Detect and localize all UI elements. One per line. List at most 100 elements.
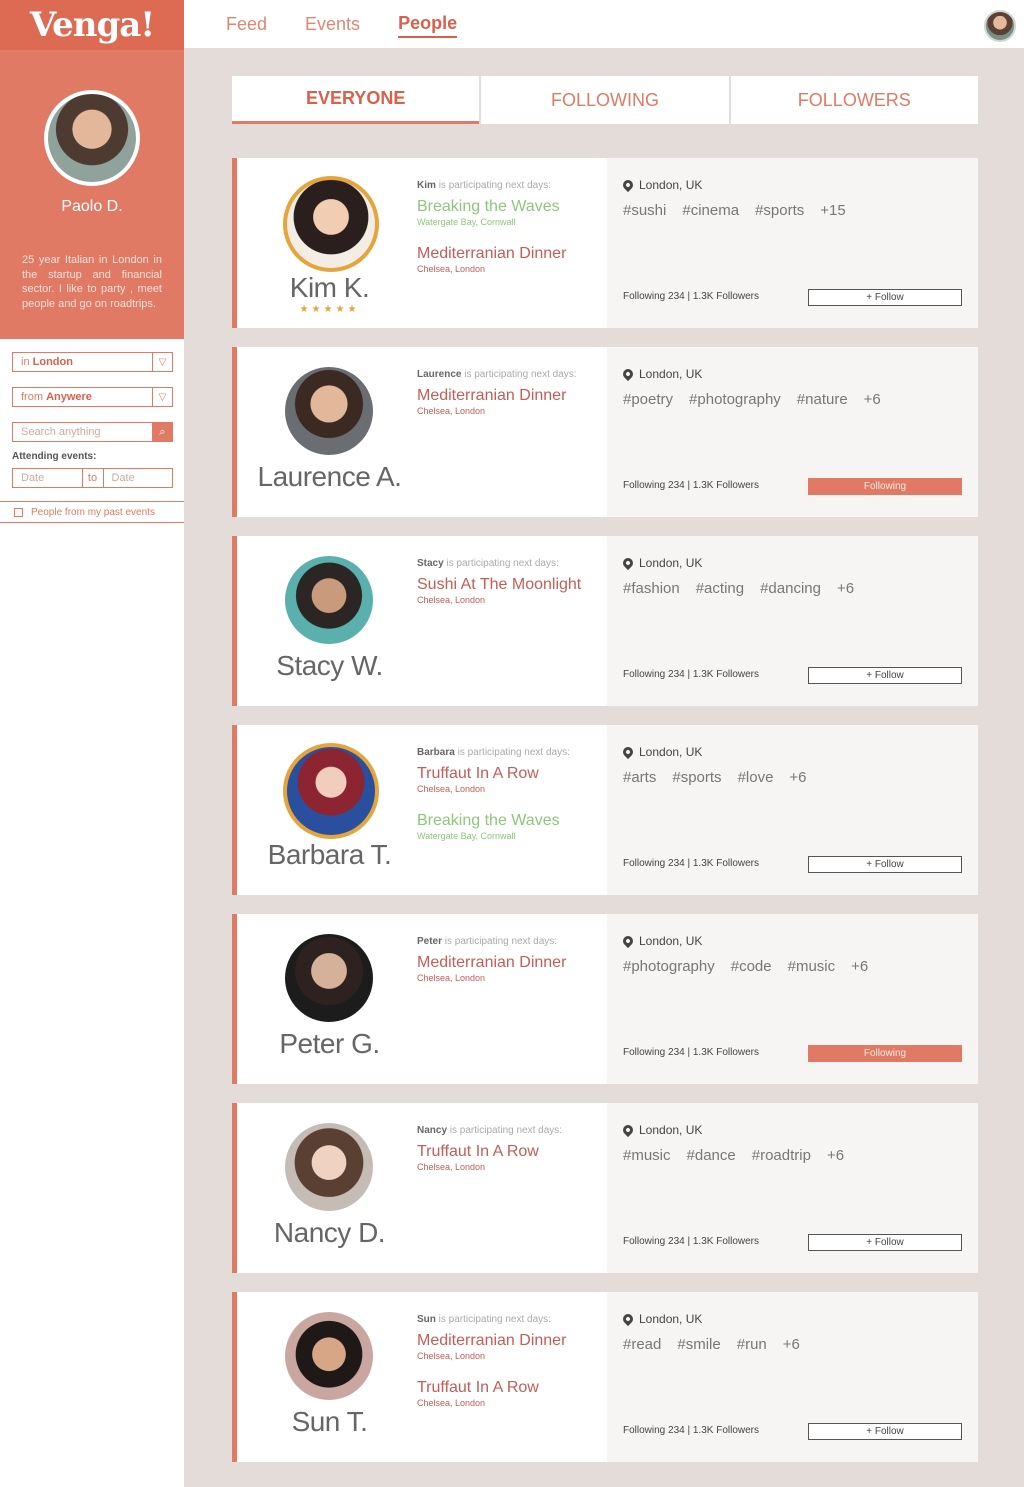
person-card[interactable]: Barbara T. Barbara is participating next … bbox=[232, 725, 978, 895]
follow-button[interactable]: + Follow bbox=[808, 667, 962, 684]
person-name[interactable]: Sun T. bbox=[237, 1406, 422, 1438]
person-name[interactable]: Peter G. bbox=[237, 1028, 422, 1060]
event-item[interactable]: Truffaut In A Row Chelsea, London bbox=[417, 1379, 539, 1408]
person-name[interactable]: Laurence A. bbox=[237, 461, 422, 493]
follow-button[interactable]: + Follow bbox=[808, 1234, 962, 1251]
following-button[interactable]: Following bbox=[808, 478, 962, 495]
participating-suffix: is participating next days: bbox=[438, 180, 551, 191]
event-item[interactable]: Mediterranian Dinner Chelsea, London bbox=[417, 1332, 566, 1361]
more-tags-link[interactable]: +6 bbox=[837, 580, 854, 597]
tab-following[interactable]: FOLLOWING bbox=[481, 76, 729, 124]
chevron-down-icon[interactable]: ▽ bbox=[152, 353, 172, 371]
more-tags-link[interactable]: +6 bbox=[789, 769, 806, 786]
checkbox-icon[interactable] bbox=[14, 507, 23, 517]
person-card[interactable]: Peter G. Peter is participating next days… bbox=[232, 914, 978, 1084]
person-avatar[interactable] bbox=[283, 176, 379, 272]
chevron-down-icon[interactable]: ▽ bbox=[152, 388, 172, 406]
more-tags-link[interactable]: +6 bbox=[783, 1336, 800, 1353]
interest-tag[interactable]: #fashion bbox=[623, 580, 680, 597]
event-title[interactable]: Mediterranian Dinner bbox=[417, 954, 566, 972]
more-tags-link[interactable]: +15 bbox=[820, 202, 845, 219]
origin-filter[interactable]: from Anywere ▽ bbox=[12, 387, 173, 407]
person-card[interactable]: Sun T. Sun is participating next days: Med… bbox=[232, 1292, 978, 1462]
tab-everyone[interactable]: EVERYONE bbox=[232, 76, 480, 124]
person-avatar[interactable] bbox=[285, 556, 373, 644]
event-item[interactable]: Breaking the Waves Watergate Bay, Cornwal… bbox=[417, 812, 560, 841]
interest-tag[interactable]: #love bbox=[738, 769, 774, 786]
interest-tag[interactable]: #sports bbox=[672, 769, 721, 786]
person-avatar[interactable] bbox=[285, 1123, 373, 1211]
search-icon[interactable]: ⌕ bbox=[152, 423, 172, 441]
event-item[interactable]: Mediterranian Dinner Chelsea, London bbox=[417, 245, 566, 274]
more-tags-link[interactable]: +6 bbox=[827, 1147, 844, 1164]
person-avatar[interactable] bbox=[285, 1312, 373, 1400]
person-card[interactable]: Laurence A. Laurence is participating nex… bbox=[232, 347, 978, 517]
search-input[interactable]: Search anything ⌕ bbox=[12, 422, 173, 442]
person-name[interactable]: Barbara T. bbox=[237, 839, 422, 871]
interest-tag[interactable]: #cinema bbox=[682, 202, 739, 219]
nav-feed[interactable]: Feed bbox=[226, 14, 267, 37]
interest-tag[interactable]: #poetry bbox=[623, 391, 673, 408]
interest-tag[interactable]: #arts bbox=[623, 769, 656, 786]
event-title[interactable]: Mediterranian Dinner bbox=[417, 387, 566, 405]
event-title[interactable]: Mediterranian Dinner bbox=[417, 245, 566, 263]
person-name[interactable]: Stacy W. bbox=[237, 650, 422, 682]
person-avatar[interactable] bbox=[285, 367, 373, 455]
interest-tag[interactable]: #code bbox=[731, 958, 772, 975]
user-avatar[interactable] bbox=[984, 10, 1016, 42]
location-filter[interactable]: in London ▽ bbox=[12, 352, 173, 372]
date-from-field[interactable]: Date bbox=[13, 469, 82, 487]
person-card-details: London, UK #sushi #cinema #sports +15 Followi… bbox=[607, 158, 978, 328]
interest-tag[interactable]: #music bbox=[788, 958, 836, 975]
event-item[interactable]: Truffaut In A Row Chelsea, London bbox=[417, 1143, 539, 1172]
date-to-field[interactable]: Date bbox=[104, 469, 173, 487]
interest-tag[interactable]: #roadtrip bbox=[752, 1147, 811, 1164]
event-item[interactable]: Sushi At The Moonlight Chelsea, London bbox=[417, 576, 581, 605]
nav-people[interactable]: People bbox=[398, 13, 458, 38]
interest-tag[interactable]: #smile bbox=[677, 1336, 720, 1353]
more-tags-link[interactable]: +6 bbox=[851, 958, 868, 975]
following-button[interactable]: Following bbox=[808, 1045, 962, 1062]
more-tags-link[interactable]: +6 bbox=[864, 391, 881, 408]
follow-button[interactable]: + Follow bbox=[808, 856, 962, 873]
interest-tag[interactable]: #acting bbox=[696, 580, 744, 597]
person-card[interactable]: Kim K. ★★★★★ Kim is participating next day… bbox=[232, 158, 978, 328]
event-title[interactable]: Truffaut In A Row bbox=[417, 1379, 539, 1397]
event-title[interactable]: Breaking the Waves bbox=[417, 812, 560, 830]
event-title[interactable]: Sushi At The Moonlight bbox=[417, 576, 581, 594]
event-item[interactable]: Truffaut In A Row Chelsea, London bbox=[417, 765, 539, 794]
follow-button[interactable]: + Follow bbox=[808, 289, 962, 306]
person-card[interactable]: Nancy D. Nancy is participating next days… bbox=[232, 1103, 978, 1273]
interest-tag[interactable]: #nature bbox=[797, 391, 848, 408]
event-title[interactable]: Truffaut In A Row bbox=[417, 765, 539, 783]
person-city: London, UK bbox=[639, 934, 703, 948]
event-title[interactable]: Mediterranian Dinner bbox=[417, 1332, 566, 1350]
past-events-checkbox[interactable]: People from my past events bbox=[0, 501, 184, 523]
event-item[interactable]: Mediterranian Dinner Chelsea, London bbox=[417, 954, 566, 983]
interest-tag[interactable]: #dancing bbox=[760, 580, 821, 597]
interest-tag[interactable]: #read bbox=[623, 1336, 661, 1353]
tab-followers[interactable]: FOLLOWERS bbox=[730, 76, 978, 124]
interest-tags: #photography #code #music +6 bbox=[623, 958, 868, 975]
person-name[interactable]: Kim K. bbox=[237, 272, 422, 304]
event-title[interactable]: Truffaut In A Row bbox=[417, 1143, 539, 1161]
event-title[interactable]: Breaking the Waves bbox=[417, 198, 560, 216]
interest-tag[interactable]: #sports bbox=[755, 202, 804, 219]
interest-tag[interactable]: #photography bbox=[689, 391, 781, 408]
app-logo[interactable]: Venga! bbox=[0, 0, 184, 50]
interest-tag[interactable]: #photography bbox=[623, 958, 715, 975]
interest-tag[interactable]: #dance bbox=[687, 1147, 736, 1164]
person-card[interactable]: Stacy W. Stacy is participating next days… bbox=[232, 536, 978, 706]
interest-tag[interactable]: #run bbox=[737, 1336, 767, 1353]
event-item[interactable]: Breaking the Waves Watergate Bay, Cornwal… bbox=[417, 198, 560, 227]
event-item[interactable]: Mediterranian Dinner Chelsea, London bbox=[417, 387, 566, 416]
person-avatar[interactable] bbox=[285, 934, 373, 1022]
interest-tag[interactable]: #music bbox=[623, 1147, 671, 1164]
person-name[interactable]: Nancy D. bbox=[237, 1217, 422, 1249]
interest-tag[interactable]: #sushi bbox=[623, 202, 666, 219]
person-avatar[interactable] bbox=[283, 743, 379, 839]
nav-events[interactable]: Events bbox=[305, 14, 360, 37]
participating-label: Laurence is participating next days: bbox=[417, 369, 577, 380]
follow-button[interactable]: + Follow bbox=[808, 1423, 962, 1440]
profile-avatar[interactable] bbox=[44, 90, 140, 186]
